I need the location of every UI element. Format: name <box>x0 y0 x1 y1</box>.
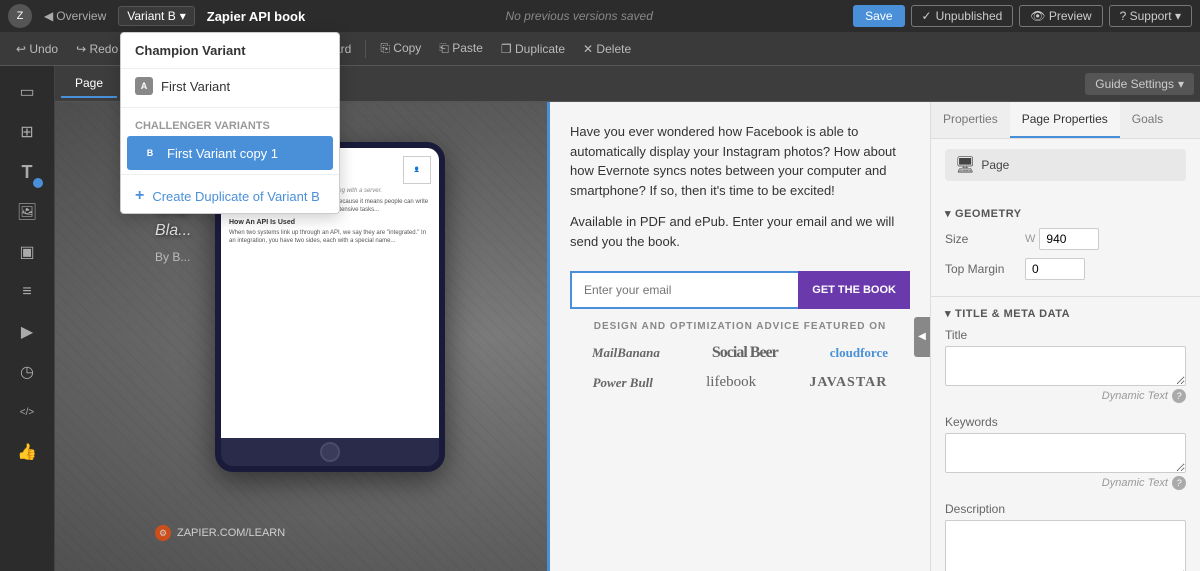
delete-button[interactable]: ✕ Delete <box>575 39 639 59</box>
scroll-arrow[interactable]: ◀ <box>914 317 930 357</box>
keywords-row: Keywords Dynamic Text ? <box>945 415 1186 490</box>
description-input[interactable] <box>945 520 1186 571</box>
variant-a-icon: A <box>135 77 153 95</box>
page-badge-section: 🖥 Page <box>931 139 1200 199</box>
page-type-icon: 🖥 <box>955 155 975 175</box>
sidebar-image-icon[interactable]: ⊞ <box>9 114 45 150</box>
description-row: Description Dynamic Text ? <box>945 502 1186 571</box>
title-label: Title <box>945 328 1186 342</box>
email-form: GET THE BOOK <box>570 271 910 309</box>
logo-powerbull: Power Bull <box>593 375 653 391</box>
meta-title: ▾ TITLE & META DATA <box>945 307 1186 320</box>
sidebar-widget-icon[interactable]: ▣ <box>9 234 45 270</box>
dropdown-divider <box>121 107 339 108</box>
title-row: Title Dynamic Text ? <box>945 328 1186 403</box>
email-input[interactable] <box>570 271 798 309</box>
variant-b-icon: B <box>141 144 159 162</box>
description-label: Description <box>945 502 1186 516</box>
zapier-gear-icon: ⚙ <box>155 525 171 541</box>
variant-selector[interactable]: Variant B ▾ <box>118 6 195 26</box>
tab-goals[interactable]: Goals <box>1120 102 1175 138</box>
keywords-label: Keywords <box>945 415 1186 429</box>
challengers-title: Challenger Variants <box>121 112 339 136</box>
copy-button[interactable]: ⎘ Copy <box>372 38 429 59</box>
logos-row-1: MailBanana Social Beer cloudforce <box>570 344 910 362</box>
keywords-dynamic: Dynamic Text ? <box>945 476 1186 490</box>
page-badge: 🖥 Page <box>945 149 1186 181</box>
sidebar-text-icon[interactable]: T <box>9 154 45 190</box>
pdf-text: Available in PDF and ePub. Enter your em… <box>570 212 910 251</box>
title-input[interactable] <box>945 346 1186 386</box>
unpublished-button[interactable]: ✓ Unpublished <box>911 5 1014 27</box>
undo-button[interactable]: ↩ Undo <box>8 39 66 59</box>
preview-button[interactable]: 👁 Preview <box>1019 5 1102 27</box>
geometry-title: ▾ GEOMETRY <box>945 207 1186 220</box>
zapier-logo: ⚙ ZAPIER.COM/LEARN <box>155 525 285 541</box>
logo-cloudforce: cloudforce <box>830 345 888 361</box>
logo-mailbanana: MailBanana <box>592 345 660 361</box>
top-margin-row: Top Margin <box>945 258 1186 280</box>
dropdown-active-variant[interactable]: B First Variant copy 1 <box>127 136 333 170</box>
duplicate-button[interactable]: ❐ Duplicate <box>493 39 573 59</box>
tab-page[interactable]: Page <box>61 70 117 98</box>
size-inputs: W <box>1025 228 1099 250</box>
top-bar: Z ◀ Overview Variant B ▾ Zapier API book… <box>0 0 1200 32</box>
support-button[interactable]: ? Support ▾ <box>1109 5 1192 27</box>
keywords-input[interactable] <box>945 433 1186 473</box>
app-logo[interactable]: Z <box>8 4 32 28</box>
title-help-icon[interactable]: ? <box>1172 389 1186 403</box>
overview-btn[interactable]: ◀ Overview <box>36 6 114 26</box>
variant-dropdown: Champion Variant A First Variant Challen… <box>120 32 340 214</box>
sidebar-code-icon[interactable]: </> <box>9 394 45 430</box>
tablet-home-button <box>320 442 340 462</box>
dropdown-first-variant[interactable]: A First Variant <box>121 69 339 103</box>
version-status: No previous versions saved <box>309 9 849 23</box>
size-label: Size <box>945 232 1025 246</box>
canvas-byline: By B... <box>155 250 190 264</box>
dropdown-divider-2 <box>121 174 339 175</box>
logos-row-2: Power Bull lifebook JAVASTAR <box>570 374 910 391</box>
sidebar-timer-icon[interactable]: ◷ <box>9 354 45 390</box>
panel-tabs: Properties Page Properties Goals <box>931 102 1200 139</box>
guide-settings-button[interactable]: Guide Settings ▾ <box>1085 73 1194 95</box>
margin-inputs <box>1025 258 1085 280</box>
logo-socialbeer: Social Beer <box>712 344 778 362</box>
book-description: Have you ever wondered how Facebook is a… <box>570 122 910 200</box>
meta-section: ▾ TITLE & META DATA Title Dynamic Text ?… <box>931 297 1200 571</box>
sidebar-photo-icon[interactable]: 🖼 <box>9 194 45 230</box>
canvas-subtext: Bla... <box>155 222 191 240</box>
title-dynamic: Dynamic Text ? <box>945 389 1186 403</box>
top-bar-actions: Save ✓ Unpublished 👁 Preview ? Support ▾ <box>853 5 1192 27</box>
page-title: Zapier API book <box>207 9 305 24</box>
width-input[interactable] <box>1039 228 1099 250</box>
tab-properties[interactable]: Properties <box>931 102 1010 138</box>
dropdown-add-variant[interactable]: + Create Duplicate of Variant B <box>121 179 339 213</box>
sidebar-form-icon[interactable]: ≡ <box>9 274 45 310</box>
redo-button[interactable]: ↪ Redo <box>68 39 126 59</box>
logo-javastar: JAVASTAR <box>809 375 887 391</box>
featured-label: DESIGN AND OPTIMIZATION ADVICE FEATURED … <box>570 321 910 332</box>
tab-page-properties[interactable]: Page Properties <box>1010 102 1120 138</box>
paste-button[interactable]: ⎗ Paste <box>431 38 491 59</box>
canvas-right-content: Have you ever wondered how Facebook is a… <box>550 102 930 571</box>
top-margin-input[interactable] <box>1025 258 1085 280</box>
right-panel: Properties Page Properties Goals 🖥 Page … <box>930 102 1200 571</box>
sidebar-page-icon[interactable]: ▭ <box>9 74 45 110</box>
width-label: W <box>1025 233 1035 245</box>
dropdown-champion-header: Champion Variant <box>121 33 339 69</box>
keywords-help-icon[interactable]: ? <box>1172 476 1186 490</box>
sidebar-video-icon[interactable]: ▶ <box>9 314 45 350</box>
left-sidebar: ▭ ⊞ T 🖼 ▣ ≡ ▶ ◷ </> 👍 <box>0 66 55 571</box>
top-margin-label: Top Margin <box>945 262 1025 276</box>
sidebar-social-icon[interactable]: 👍 <box>9 434 45 470</box>
size-row: Size W <box>945 228 1186 250</box>
geometry-section: ▾ GEOMETRY Size W Top Margin <box>931 199 1200 297</box>
logo-lifebook: lifebook <box>706 374 756 391</box>
accent-line <box>547 102 550 571</box>
toolbar-sep-2 <box>365 40 366 58</box>
get-book-button[interactable]: GET THE BOOK <box>798 271 910 309</box>
save-button[interactable]: Save <box>853 5 904 27</box>
